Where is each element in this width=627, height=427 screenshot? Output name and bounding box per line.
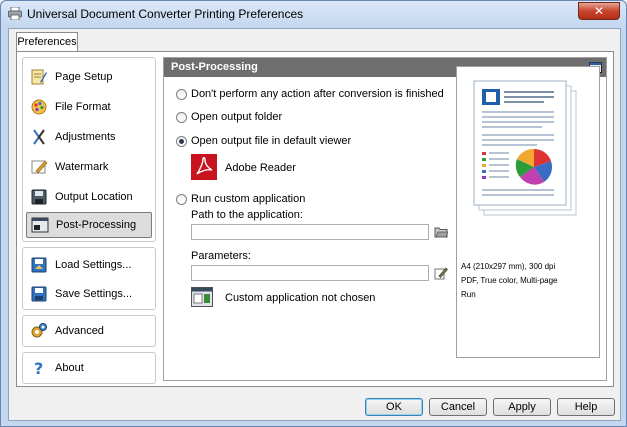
- option-open-folder[interactable]: Open output folder: [176, 111, 282, 123]
- radio-open-viewer[interactable]: [176, 135, 187, 147]
- preview-action-info: Run: [461, 290, 476, 299]
- option-no-action[interactable]: Don't perform any action after conversio…: [176, 88, 444, 100]
- preferences-panel: Page Setup File Format Adjustments Water…: [16, 51, 614, 387]
- sidebar-item-label: Page Setup: [55, 71, 113, 83]
- tab-preferences[interactable]: Preferences: [16, 32, 78, 52]
- browse-folder-icon[interactable]: [434, 225, 448, 239]
- option-label: Open output file in default viewer: [191, 135, 352, 147]
- sidebar-item-advanced[interactable]: Advanced: [26, 318, 152, 344]
- watermark-icon: [31, 160, 48, 174]
- sidebar-item-label: Output Location: [55, 191, 133, 203]
- sidebar-item-label: Watermark: [55, 161, 109, 173]
- post-processing-panel: Post-Processing Don't perform any action…: [163, 57, 607, 381]
- parameters-label: Parameters:: [191, 250, 251, 262]
- viewer-name: Adobe Reader: [225, 162, 296, 174]
- sidebar-item-page-setup[interactable]: Page Setup: [26, 64, 152, 90]
- preview-format-info: PDF, True color, Multi-page: [461, 276, 558, 285]
- help-question-icon: ?: [34, 359, 43, 377]
- radio-open-folder[interactable]: [176, 111, 187, 123]
- sidebar-advanced-group: Advanced: [22, 315, 156, 347]
- post-processing-icon: [31, 217, 49, 233]
- sidebar-item-label: Adjustments: [55, 131, 116, 143]
- sidebar-item-about[interactable]: ? About: [26, 355, 152, 381]
- sidebar-item-watermark[interactable]: Watermark: [26, 154, 152, 180]
- sidebar-main-group: Page Setup File Format Adjustments Water…: [22, 57, 156, 242]
- save-settings-icon: [31, 286, 47, 302]
- document-preview-image: [473, 80, 577, 216]
- document-preview: A4 (210x297 mm), 300 dpi PDF, True color…: [456, 66, 600, 358]
- option-open-viewer[interactable]: Open output file in default viewer: [176, 135, 351, 147]
- sidebar-item-output-location[interactable]: Output Location: [26, 184, 152, 210]
- sidebar-item-save-settings[interactable]: Save Settings...: [26, 281, 152, 307]
- title-bar[interactable]: Universal Document Converter Printing Pr…: [1, 1, 626, 27]
- adobe-reader-icon: [191, 154, 217, 180]
- sidebar-item-file-format[interactable]: File Format: [26, 94, 152, 120]
- sidebar-about-group: ? About: [22, 352, 156, 384]
- close-button[interactable]: ✕: [578, 2, 620, 20]
- sidebar-item-post-processing[interactable]: Post-Processing: [26, 212, 152, 238]
- parameters-input[interactable]: [191, 265, 429, 281]
- sidebar-item-label: Save Settings...: [55, 288, 133, 300]
- sidebar-item-label: About: [55, 362, 84, 374]
- output-location-icon: [31, 189, 47, 205]
- page-setup-icon: [31, 69, 47, 85]
- edit-parameters-icon[interactable]: [434, 266, 448, 280]
- option-label: Don't perform any action after conversio…: [191, 88, 444, 100]
- sidebar-item-label: Advanced: [55, 325, 104, 337]
- apply-button[interactable]: Apply: [493, 398, 551, 416]
- file-format-icon: [31, 99, 47, 115]
- svg-text:?: ?: [34, 359, 43, 377]
- custom-app-status: Custom application not chosen: [225, 292, 376, 304]
- sidebar-item-label: Load Settings...: [55, 259, 132, 271]
- sidebar-item-load-settings[interactable]: Load Settings...: [26, 252, 152, 278]
- preview-paper-info: A4 (210x297 mm), 300 dpi: [461, 262, 556, 271]
- panel-title: Post-Processing: [171, 61, 258, 73]
- radio-no-action[interactable]: [176, 88, 187, 100]
- load-settings-icon: [31, 257, 47, 273]
- help-button[interactable]: Help: [557, 398, 615, 416]
- adjustments-icon: [33, 129, 45, 145]
- sidebar-item-label: File Format: [55, 101, 111, 113]
- advanced-icon: [31, 323, 47, 338]
- ok-button[interactable]: OK: [365, 398, 423, 416]
- dialog-body: Preferences Page Setup File Format Adjus…: [8, 28, 621, 421]
- option-label: Run custom application: [191, 193, 306, 205]
- cancel-button[interactable]: Cancel: [429, 398, 487, 416]
- custom-app-icon: [191, 287, 213, 307]
- option-label: Open output folder: [191, 111, 283, 123]
- option-run-custom-app[interactable]: Run custom application: [176, 193, 305, 205]
- radio-run-custom-app[interactable]: [176, 193, 187, 205]
- printer-icon: [8, 7, 22, 20]
- window-frame: Universal Document Converter Printing Pr…: [0, 0, 627, 427]
- path-label: Path to the application:: [191, 209, 303, 221]
- application-path-input[interactable]: [191, 224, 429, 240]
- sidebar-item-label: Post-Processing: [56, 219, 137, 231]
- window-title: Universal Document Converter Printing Pr…: [27, 7, 304, 21]
- sidebar-item-adjustments[interactable]: Adjustments: [26, 124, 152, 150]
- sidebar-settings-group: Load Settings... Save Settings...: [22, 247, 156, 310]
